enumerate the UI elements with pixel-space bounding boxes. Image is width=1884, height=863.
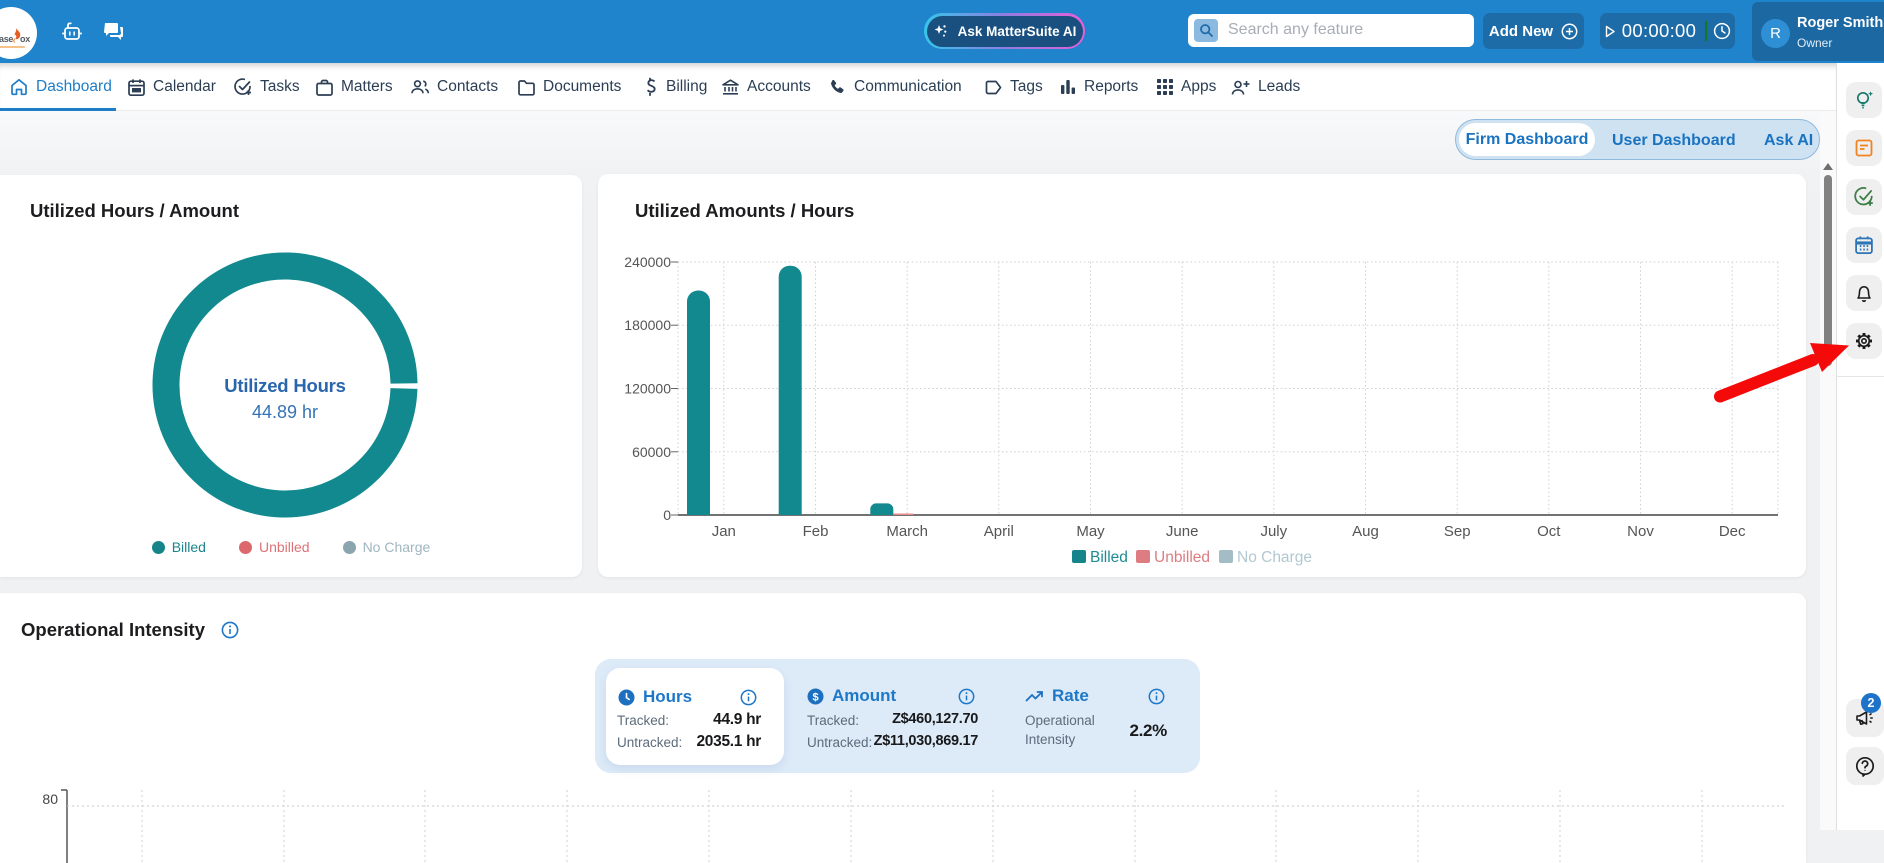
svg-text:0: 0 xyxy=(663,507,671,523)
svg-text:120000: 120000 xyxy=(624,381,671,397)
svg-text:240000: 240000 xyxy=(624,254,671,270)
svg-text:July: July xyxy=(1260,523,1287,540)
svg-text:April: April xyxy=(984,523,1014,540)
svg-text:March: March xyxy=(886,523,928,540)
svg-text:Feb: Feb xyxy=(803,523,829,540)
svg-text:Nov: Nov xyxy=(1627,523,1654,540)
svg-text:60000: 60000 xyxy=(632,444,671,460)
svg-text:Billed: Billed xyxy=(1090,549,1128,566)
svg-text:Unbilled: Unbilled xyxy=(1154,549,1210,566)
svg-text:No Charge: No Charge xyxy=(1237,549,1312,566)
svg-text:Dec: Dec xyxy=(1719,523,1746,540)
svg-text:May: May xyxy=(1076,523,1105,540)
svg-text:Sep: Sep xyxy=(1444,523,1471,540)
svg-text:80: 80 xyxy=(42,791,58,807)
svg-text:180000: 180000 xyxy=(624,317,671,333)
svg-text:Oct: Oct xyxy=(1537,523,1561,540)
svg-text:Aug: Aug xyxy=(1352,523,1379,540)
svg-text:Jan: Jan xyxy=(712,523,736,540)
svg-text:June: June xyxy=(1166,523,1199,540)
